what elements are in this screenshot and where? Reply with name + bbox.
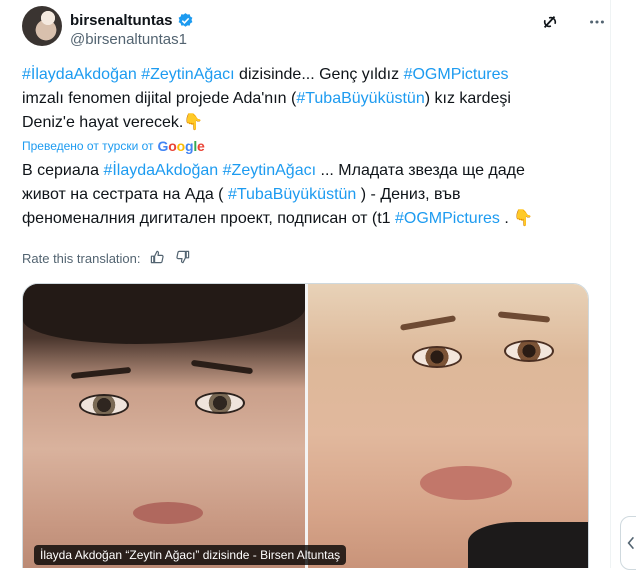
translated-line: В сериала #İlaydaAkdoğan #ZeytinAğacı ..… — [22, 159, 597, 183]
tweet-text-segment: ) kız kardeşi — [424, 90, 511, 107]
hashtag-link[interactable]: #TubaBüyüküstün — [228, 186, 356, 203]
photo-clothing — [468, 522, 588, 568]
photo-brow — [190, 359, 254, 375]
translated-label: Преведено от турски от — [22, 139, 154, 153]
translated-text: В сериала #İlaydaAkdoğan #ZeytinAğacı ..… — [22, 159, 597, 231]
translated-text-segment: феноменалния дигитален проект, подписан … — [22, 210, 396, 227]
author-name-row: birsenaltuntas — [70, 10, 194, 30]
rate-translation: Rate this translation: — [22, 249, 193, 267]
hashtag-link[interactable]: #ZeytinAğacı — [141, 66, 234, 83]
photo-right — [308, 284, 588, 568]
tweet-text-segment: dizisinde... Genç yıldız — [234, 66, 404, 83]
tweet-text: #İlaydaAkdoğan #ZeytinAğacı dizisinde...… — [22, 63, 597, 135]
tweet: birsenaltuntas @birsenaltuntas1 #İlaydaA… — [0, 0, 611, 568]
tweet-line: imzalı fenomen dijital projede Ada'nın (… — [22, 87, 597, 111]
photo-brow — [399, 315, 457, 331]
photo-brow — [497, 311, 551, 323]
hashtag-link[interactable]: #TubaBüyüküstün — [296, 90, 424, 107]
photo-eye — [195, 392, 245, 414]
photo-eye — [412, 346, 462, 368]
google-logo: Google — [157, 138, 205, 154]
photo-hair — [23, 284, 305, 344]
avatar[interactable] — [22, 6, 62, 46]
translated-text-segment: В сериала — [22, 162, 104, 179]
tweet-text-segment: Deniz'e hayat verecek.👇 — [22, 114, 204, 131]
hashtag-link[interactable]: #OGMPictures — [395, 210, 500, 227]
translated-text-segment: . 👇 — [499, 210, 534, 227]
translated-text-segment: живот на сестрата на Ада ( — [22, 186, 228, 203]
photo-left — [23, 284, 305, 568]
tweet-text-segment: imzalı fenomen dijital projede Ada'nın ( — [22, 90, 297, 107]
author-handle[interactable]: @birsenaltuntas1 — [70, 31, 187, 48]
media-caption: İlayda Akdoğan “Zeytin Ağacı” dizisinde … — [34, 545, 347, 565]
verified-badge-icon — [177, 12, 194, 29]
tweet-line: #İlaydaAkdoğan #ZeytinAğacı dizisinde...… — [22, 63, 597, 87]
photo-brow — [70, 366, 132, 380]
more-options-icon[interactable] — [587, 12, 607, 32]
photo-eye — [504, 340, 554, 362]
translated-line: живот на сестрата на Ада ( #TubaBüyüküst… — [22, 183, 597, 207]
grok-icon[interactable] — [540, 12, 560, 32]
translated-line: феноменалния дигитален проект, подписан … — [22, 207, 597, 231]
tweet-line: Deniz'e hayat verecek.👇 — [22, 111, 597, 135]
thumbs-up-icon[interactable] — [149, 249, 167, 267]
translated-by-google[interactable]: Преведено от турски от Google — [22, 138, 205, 154]
next-media-arrow-icon[interactable] — [620, 516, 636, 570]
thumbs-down-icon[interactable] — [175, 249, 193, 267]
photo-lips — [420, 466, 512, 500]
hashtag-link[interactable]: #İlaydaAkdoğan — [22, 66, 137, 83]
translated-text-segment: ... Младата звезда ще даде — [316, 162, 525, 179]
hashtag-link[interactable]: #ZeytinAğacı — [223, 162, 316, 179]
translated-text-segment: ) - Дениз, във — [356, 186, 461, 203]
photo-eye — [79, 394, 129, 416]
author-display-name[interactable]: birsenaltuntas — [70, 12, 173, 29]
photo-lips — [133, 502, 203, 524]
hashtag-link[interactable]: #OGMPictures — [404, 66, 509, 83]
tweet-media[interactable] — [22, 283, 589, 568]
rate-translation-label: Rate this translation: — [22, 250, 141, 266]
hashtag-link[interactable]: #İlaydaAkdoğan — [103, 162, 218, 179]
